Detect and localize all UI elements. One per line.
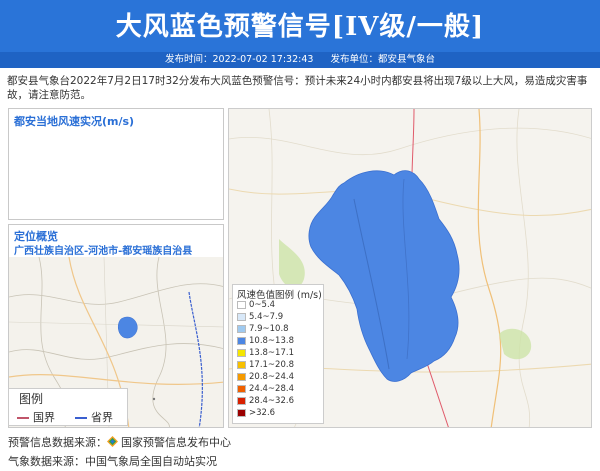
warning-center-logo-icon bbox=[107, 436, 118, 447]
swatch-icon bbox=[237, 384, 246, 393]
alert-meta-bar: 发布时间：2022-07-02 17:32:43 发布单位：都安县气象台 bbox=[0, 52, 600, 68]
wind-legend-row: 5.4~7.9 bbox=[237, 312, 283, 323]
wind-speed-color-legend: 风速色值图例 (m/s) 0~5.4 5.4~7.9 7.9~10.8 10.8… bbox=[232, 284, 324, 424]
map-legend-title: 图例 bbox=[19, 392, 44, 406]
wind-legend-row: 24.4~28.4 bbox=[237, 384, 294, 395]
swatch-icon bbox=[237, 324, 246, 333]
publish-time: 发布时间：2022-07-02 17:32:43 bbox=[165, 54, 314, 65]
weather-data-source: 气象数据来源：中国气象局全国自动站实况 bbox=[8, 455, 217, 468]
legend-item-national-border: 国界 bbox=[17, 409, 55, 425]
legend-item-province-border: 省界 bbox=[75, 409, 113, 425]
swatch-icon bbox=[237, 348, 246, 357]
wind-legend-row: 13.8~17.1 bbox=[237, 348, 294, 359]
national-border-line-icon bbox=[17, 417, 29, 419]
wind-legend-row: 10.8~13.8 bbox=[237, 336, 294, 347]
swatch-icon bbox=[237, 372, 246, 381]
wind-speed-legend-title: 风速色值图例 (m/s) bbox=[237, 290, 322, 301]
swatch-icon bbox=[237, 360, 246, 369]
swatch-icon bbox=[237, 300, 246, 309]
wind-speed-panel: 都安当地风速实况(m/s) bbox=[8, 108, 224, 220]
swatch-icon bbox=[237, 312, 246, 321]
alert-data-source: 预警信息数据来源： 国家预警信息发布中心 bbox=[8, 436, 231, 449]
wind-legend-row: 7.9~10.8 bbox=[237, 324, 289, 335]
alert-description: 都安县气象台2022年7月2日17时32分发布大风蓝色预警信号：预计未来24小时… bbox=[7, 75, 588, 101]
wind-speed-panel-title: 都安当地风速实况(m/s) bbox=[14, 115, 135, 128]
publisher: 发布单位：都安县气象台 bbox=[330, 54, 435, 65]
province-border-line-icon bbox=[75, 417, 87, 419]
wind-legend-row: >32.6 bbox=[237, 408, 275, 419]
wind-legend-row: 17.1~20.8 bbox=[237, 360, 294, 371]
wind-legend-row: 20.8~24.4 bbox=[237, 372, 294, 383]
wind-legend-row: 0~5.4 bbox=[237, 300, 275, 311]
alert-title: 大风蓝色预警信号[IV级/一般] bbox=[115, 12, 485, 42]
swatch-icon bbox=[237, 408, 246, 417]
swatch-icon bbox=[237, 396, 246, 405]
swatch-icon bbox=[237, 336, 246, 345]
map-legend: 图例 国界 省界 bbox=[8, 388, 128, 426]
wind-legend-row: 28.4~32.6 bbox=[237, 396, 294, 407]
location-path: 广西壮族自治区-河池市-都安瑶族自治县 bbox=[14, 246, 193, 257]
warning-center-link[interactable]: 国家预警信息发布中心 bbox=[121, 436, 231, 449]
header-banner: 大风蓝色预警信号[IV级/一般] 发布时间：2022-07-02 17:32:4… bbox=[0, 0, 600, 68]
